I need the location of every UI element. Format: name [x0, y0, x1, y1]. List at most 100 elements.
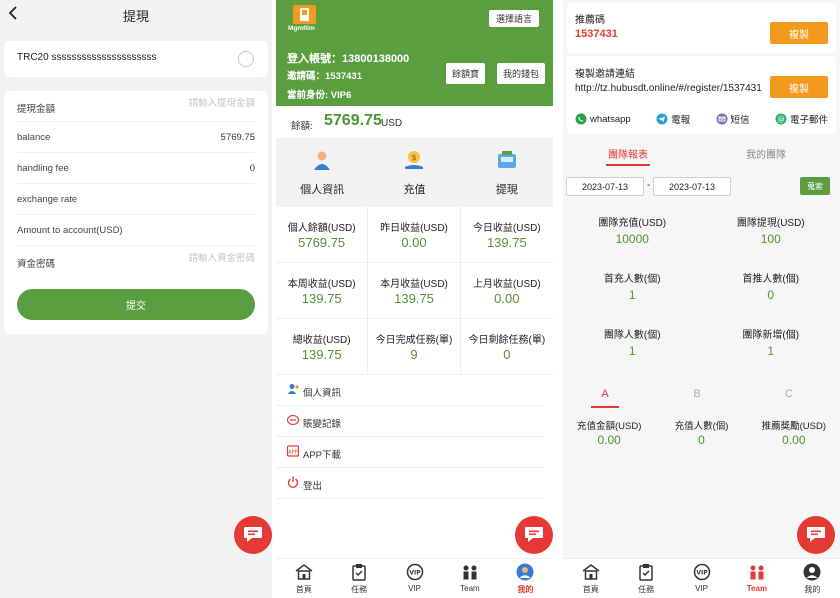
svg-text:VIP: VIP — [409, 570, 421, 577]
menu-label: 賬變記錄 — [303, 419, 342, 430]
amount-label: 提現金額 — [17, 104, 56, 115]
tab-team[interactable]: Team — [442, 559, 497, 598]
to-account-row: Amount to account(USD) — [17, 215, 255, 246]
vip-icon: VIP — [693, 563, 710, 581]
tab-label: Team — [746, 584, 768, 593]
amount-row: 提現金額 — [17, 91, 255, 122]
svg-text:@: @ — [777, 116, 784, 124]
stat-cell: 今日剩餘任務(單) 0 — [460, 319, 553, 375]
tab-team[interactable]: Team — [729, 559, 784, 598]
email-icon: @ — [775, 113, 787, 125]
menu-item-transactions[interactable]: 賬變記錄 — [276, 406, 543, 437]
level-stat-label: 推薦獎勵(USD) — [761, 421, 827, 432]
stat-value: 0.00 — [401, 235, 427, 250]
balance-wallet-button[interactable]: 餘額寶 — [446, 63, 486, 84]
team-stat-value: 1 — [767, 344, 775, 358]
stat-label: 本周收益(USD) — [287, 279, 356, 290]
amount-input[interactable] — [145, 98, 255, 109]
tab-team-report[interactable]: 團隊報表 — [608, 146, 648, 161]
menu-item-logout[interactable]: 登出 — [276, 468, 543, 499]
share-options: whatsapp 電報 短信 @ 電子郵件 — [575, 112, 828, 126]
tab-label: 我的 — [517, 585, 534, 594]
share-sms[interactable]: 短信 — [716, 112, 750, 126]
stat-value: 139.75 — [301, 291, 342, 306]
start-date-input[interactable] — [566, 177, 644, 196]
tab-tasks[interactable]: 任務 — [618, 559, 673, 598]
share-telegram[interactable]: 電報 — [656, 112, 690, 126]
tab-my-team[interactable]: 我的團隊 — [746, 146, 786, 161]
copy-code-button[interactable]: 複製 — [770, 22, 828, 44]
invite-link-url: http://tz.hubusdt.online/#/register/1537… — [575, 83, 762, 94]
fund-password-input[interactable] — [145, 253, 255, 264]
share-whatsapp[interactable]: whatsapp — [575, 112, 631, 126]
tab-tasks[interactable]: 任務 — [331, 559, 386, 598]
team-stat: 團隊充值(USD) 10000 — [563, 210, 702, 266]
action-deposit[interactable]: $ 充值 — [368, 138, 460, 207]
tab-mine[interactable]: 我的 — [498, 559, 553, 598]
balance-label: 餘額: — [291, 121, 313, 132]
referral-title: 推薦碼 — [575, 15, 605, 26]
team-stat-value: 0 — [767, 288, 775, 302]
my-wallet-button[interactable]: 我的錢包 — [497, 63, 546, 84]
copy-link-button[interactable]: 複製 — [770, 76, 828, 98]
earnings-grid: 個人餘額(USD) 5769.75 昨日收益(USD) 0.00 今日收益(USD)… — [276, 207, 553, 375]
chat-support-button[interactable] — [797, 516, 835, 554]
network-radio[interactable] — [238, 51, 254, 67]
team-stat-value: 100 — [760, 232, 781, 246]
level-tab-c[interactable]: C — [759, 388, 819, 400]
action-profile[interactable]: 個人資訊 — [276, 138, 368, 207]
svg-text:VIP: VIP — [696, 570, 708, 577]
level-stat: 充值人數(個) 0 — [655, 418, 747, 458]
menu-label: 登出 — [303, 481, 323, 492]
invite-line: 邀請碼：1537431 — [287, 71, 362, 82]
stat-value: 139.75 — [301, 347, 342, 362]
clipboard-icon — [352, 564, 366, 581]
level-stat-value: 0.00 — [597, 433, 621, 447]
profile-screen: Mgmfilm 選擇語言 登入帳號：13800138000 邀請碼：153743… — [276, 0, 553, 598]
referral-card: 推薦碼 1537431 複製 — [567, 3, 836, 53]
menu-label: APP下載 — [303, 450, 342, 461]
tab-label: Team — [460, 584, 480, 593]
tab-label: VIP — [408, 584, 421, 593]
network-option[interactable]: TRC20 sssssssssssssssssssss — [4, 41, 268, 77]
profile-header: Mgmfilm 選擇語言 登入帳號：13800138000 邀請碼：153743… — [276, 0, 553, 106]
level-stat-label: 充值金額(USD) — [576, 421, 642, 432]
chat-support-button[interactable] — [234, 516, 272, 554]
tab-vip[interactable]: VIP VIP — [387, 559, 442, 598]
stat-value: 0 — [503, 347, 511, 362]
search-button[interactable]: 蒐索 — [800, 177, 830, 195]
tab-home[interactable]: 首頁 — [276, 559, 331, 598]
person-icon — [287, 384, 299, 394]
team-stat: 團隊新增(個) 1 — [702, 322, 840, 378]
fee-value: 0 — [249, 163, 255, 174]
account-line: 登入帳號：13800138000 — [287, 53, 410, 65]
action-label: 提現 — [495, 184, 518, 196]
bottom-tabbar: 首頁 任務 VIP VIP Team 我的 — [563, 558, 840, 598]
film-logo-icon — [300, 8, 309, 21]
share-label: 電報 — [671, 115, 691, 126]
submit-button[interactable]: 提交 — [17, 289, 255, 320]
menu-item-app-download[interactable]: APP APP下載 — [276, 437, 543, 468]
language-button[interactable]: 選擇語言 — [488, 10, 539, 27]
action-label: 充值 — [403, 184, 426, 196]
level-stat-value: 0 — [698, 433, 705, 447]
action-withdraw[interactable]: 提現 — [461, 138, 553, 207]
share-email[interactable]: @ 電子郵件 — [775, 112, 828, 126]
chat-support-button[interactable] — [515, 516, 553, 554]
team-stat-label: 團隊提現(USD) — [736, 218, 805, 229]
date-filter: - 蒐索 — [563, 174, 840, 202]
menu-item-personal-info[interactable]: 個人資訊 — [276, 375, 543, 406]
level-tab-b[interactable]: B — [667, 388, 727, 400]
level-tab-a[interactable]: A — [575, 388, 635, 400]
team-icon — [463, 565, 477, 580]
end-date-input[interactable] — [653, 177, 731, 196]
team-stat-value: 1 — [628, 288, 636, 302]
logo-text: Mgmfilm — [288, 25, 315, 32]
team-tabs: 團隊報表 我的團隊 — [563, 134, 840, 174]
tab-home[interactable]: 首頁 — [563, 559, 618, 598]
share-label: whatsapp — [590, 113, 631, 125]
stat-cell: 上月收益(USD) 0.00 — [460, 263, 553, 319]
rate-label: exchange rate — [17, 194, 78, 205]
tab-vip[interactable]: VIP VIP — [674, 559, 729, 598]
tab-mine[interactable]: 我的 — [785, 559, 840, 598]
